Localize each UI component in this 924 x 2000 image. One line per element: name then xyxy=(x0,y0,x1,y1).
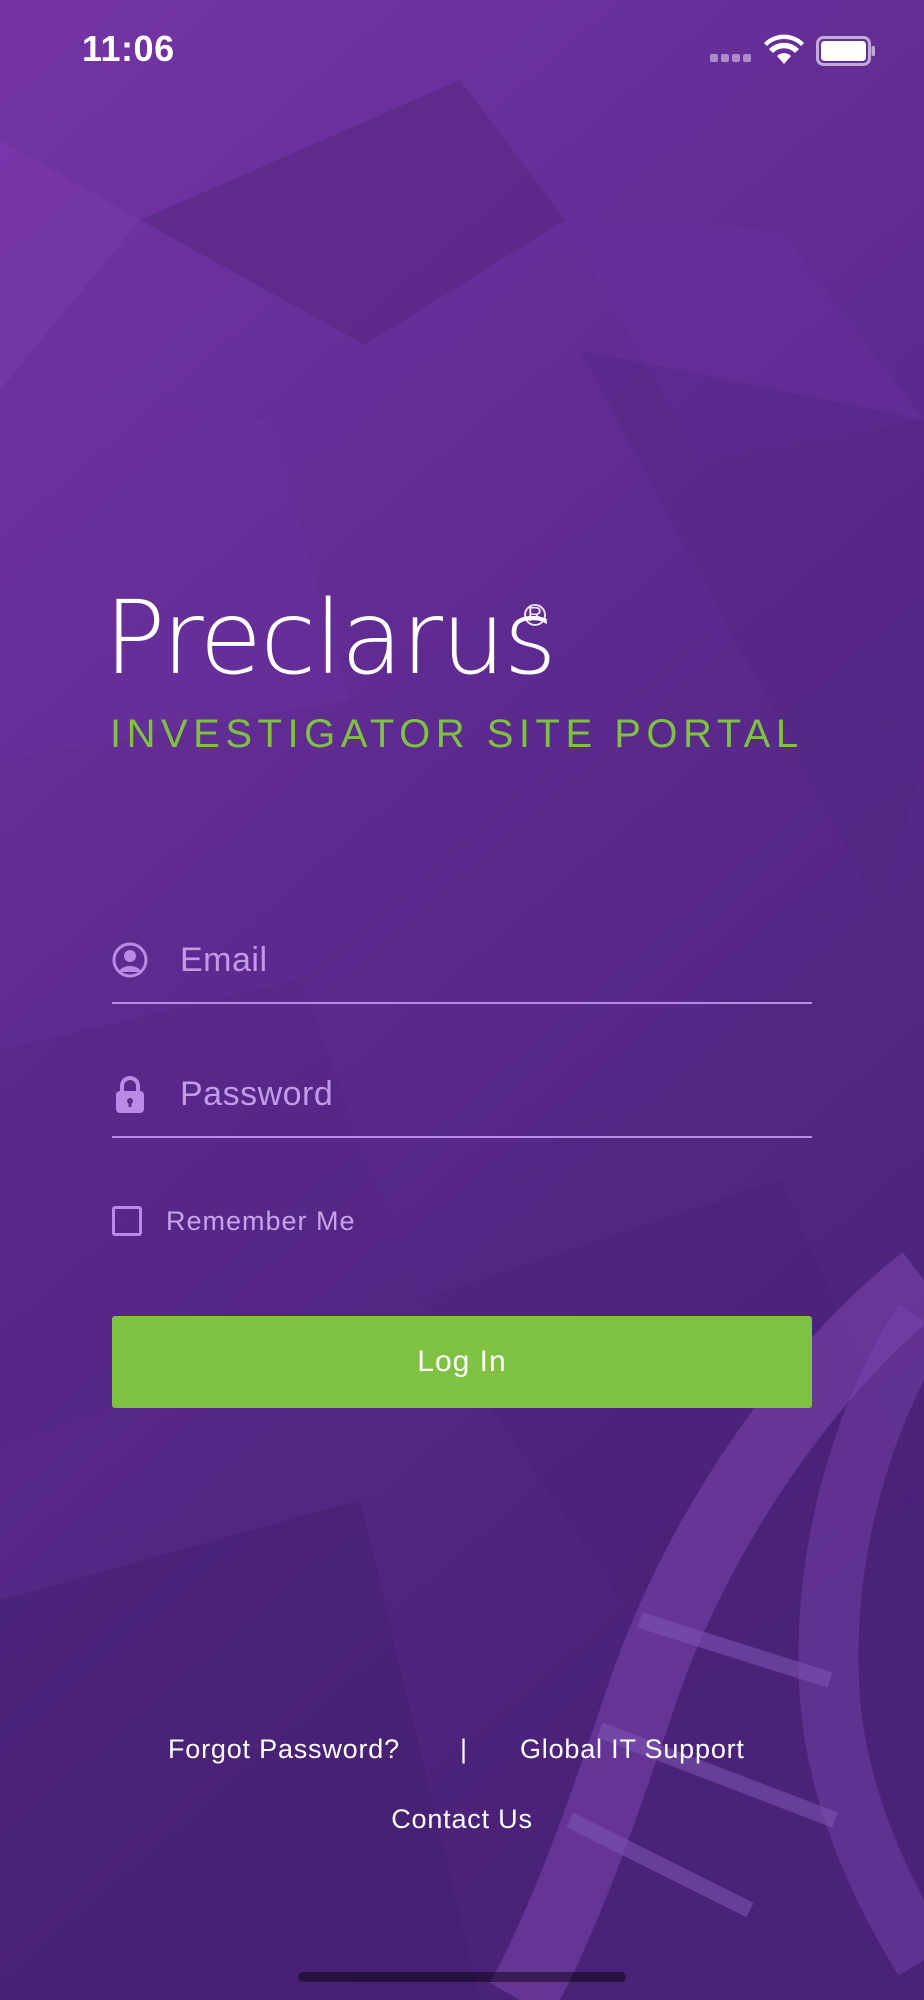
battery-icon xyxy=(816,36,875,66)
global-it-support-link[interactable]: Global IT Support xyxy=(520,1734,745,1765)
footer-separator: | xyxy=(460,1734,468,1764)
app-logo-title: Preclarus xyxy=(104,579,557,698)
remember-me-label: Remember Me xyxy=(166,1206,356,1236)
wifi-icon xyxy=(764,34,804,64)
registered-mark: R xyxy=(524,604,546,626)
cellular-signal-icon xyxy=(710,54,754,64)
password-field xyxy=(112,1054,812,1138)
app-subtitle: INVESTIGATOR SITE PORTAL xyxy=(110,712,804,756)
footer-links: Forgot Password? | Global IT Support xyxy=(0,1734,924,1774)
remember-me-checkbox[interactable] xyxy=(112,1206,142,1236)
email-field xyxy=(112,920,812,1004)
home-indicator xyxy=(298,1972,626,1982)
user-icon xyxy=(112,942,148,978)
status-bar: 11:06 xyxy=(0,0,924,100)
status-time: 11:06 xyxy=(82,28,175,69)
lock-icon xyxy=(116,1076,144,1113)
email-input[interactable] xyxy=(180,930,800,990)
contact-us-link[interactable]: Contact Us xyxy=(0,1804,924,1835)
forgot-password-link[interactable]: Forgot Password? xyxy=(168,1734,400,1765)
password-input[interactable] xyxy=(180,1064,800,1124)
login-button[interactable]: Log In xyxy=(112,1316,812,1408)
